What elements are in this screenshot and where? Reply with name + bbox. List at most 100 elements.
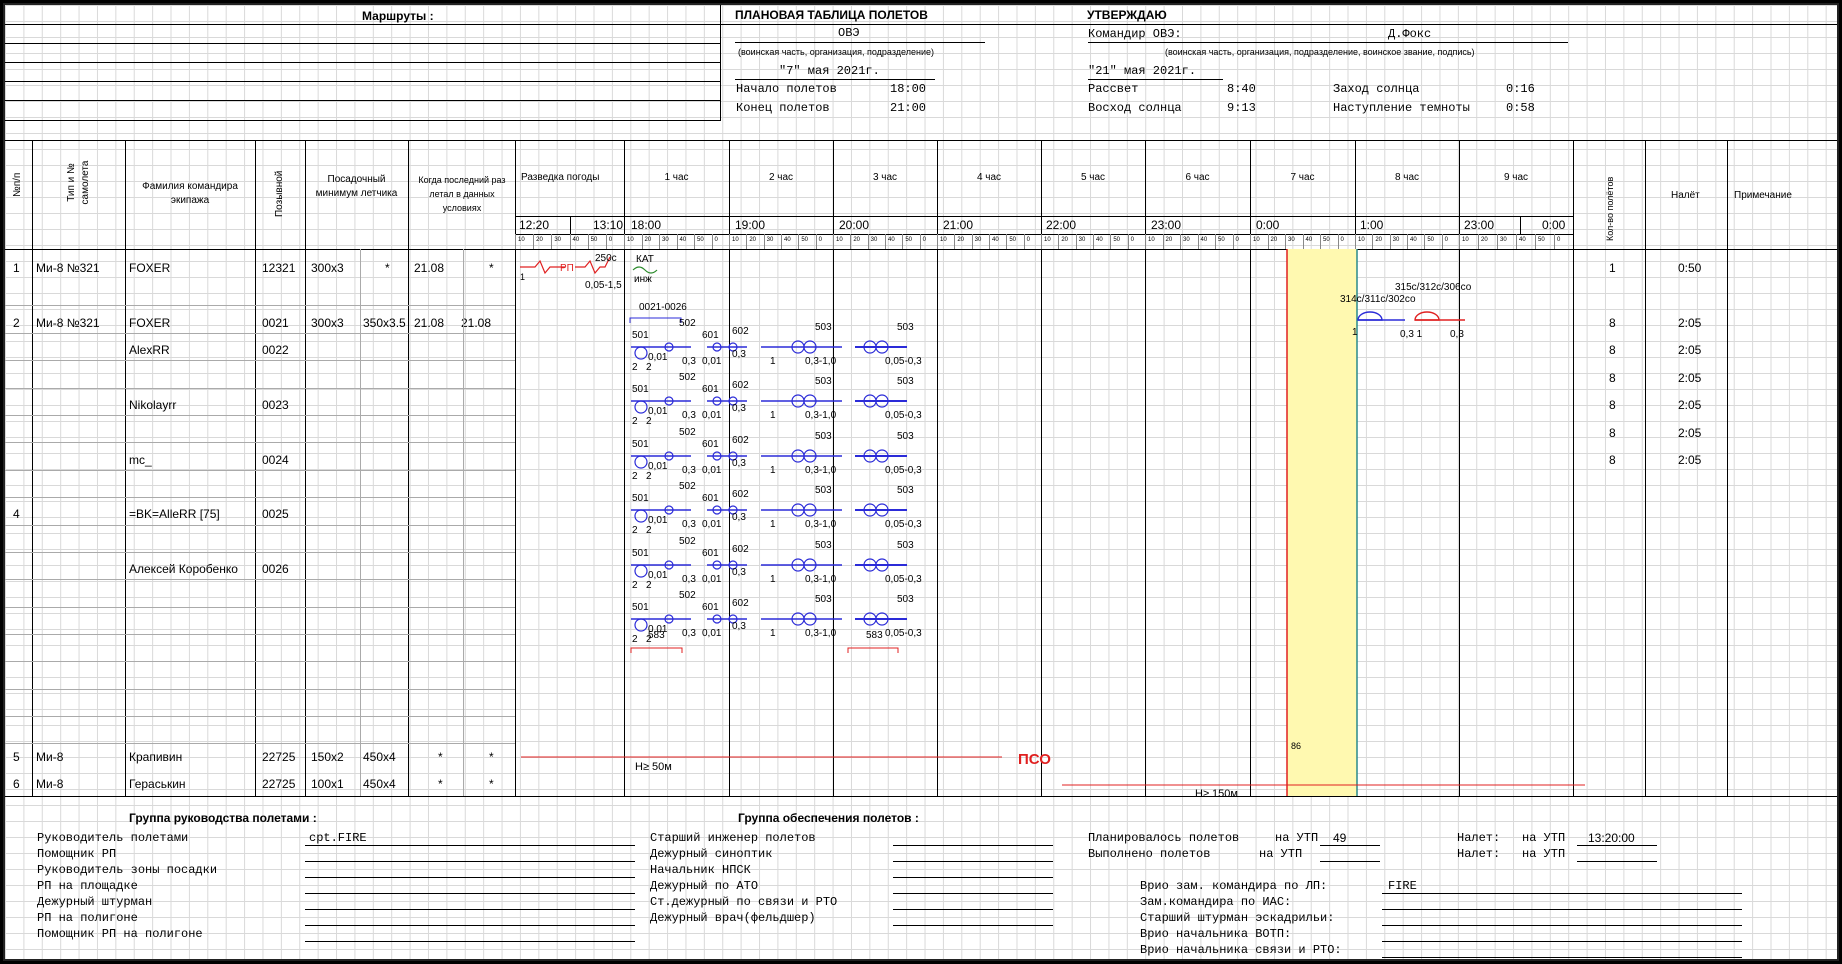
plot-label: H≥ 150м	[1195, 788, 1238, 800]
plot-label: 0,05-0,3	[885, 574, 922, 585]
nalet-label-1: Налет:	[1457, 831, 1501, 845]
plot-label: 2	[632, 525, 638, 536]
nalet-label-2: Налет:	[1457, 847, 1501, 861]
plot-label: 602	[732, 489, 749, 500]
plot-label: 1	[770, 410, 776, 421]
plot-label: 1	[770, 356, 776, 367]
plot-label: 0,01	[702, 574, 722, 585]
plot-label: 502	[679, 481, 696, 492]
plot-label: 1	[770, 574, 776, 585]
footer-role: Врио начальника ВОТП:	[1140, 927, 1292, 941]
plot-label: 503	[897, 485, 914, 496]
done-label: Выполнено полетов	[1088, 847, 1211, 861]
plot-label: 2	[646, 362, 652, 373]
plot-label: 0,3-1,0	[805, 574, 837, 585]
nalet-value-1: 13:20:00	[1588, 831, 1635, 845]
plot-label: 0,3	[732, 403, 746, 414]
night-band	[1287, 249, 1357, 796]
plot-label: 501	[632, 493, 649, 504]
plot-label: РП	[560, 263, 574, 274]
plot-label: 502	[679, 372, 696, 383]
plot-label: 2	[632, 471, 638, 482]
plot-label: 501	[632, 602, 649, 613]
plot-label: 503	[815, 485, 832, 496]
plot-label: 501	[632, 330, 649, 341]
footer-role: Дежурный штурман	[37, 895, 153, 909]
plot-label: 502	[679, 536, 696, 547]
plot-label: 2	[632, 580, 638, 591]
plot-label: 0,3 1	[1400, 329, 1423, 340]
plot-label: 2	[632, 634, 638, 645]
footer-role: Врио начальника связи и РТО:	[1140, 943, 1342, 957]
plot-label: 0,05-0,3	[885, 356, 922, 367]
plot-label: 0,3	[732, 458, 746, 469]
plot-label: 502	[679, 427, 696, 438]
red-bracket	[630, 647, 683, 653]
plot-label: 503	[897, 594, 914, 605]
plot-label: 503	[897, 376, 914, 387]
plot-label: 1	[770, 628, 776, 639]
nalet-on-2: на УТП	[1522, 847, 1566, 861]
plot-label: 602	[732, 326, 749, 337]
night-flight	[1414, 311, 1440, 321]
plot-label: 502	[679, 318, 696, 329]
footer-role: Руководитель зоны посадки	[37, 863, 218, 877]
plot-label: 2	[646, 471, 652, 482]
plot-label: 1	[770, 465, 776, 476]
planned-on: на УТП	[1275, 831, 1319, 845]
plot-label: 601	[702, 602, 719, 613]
plot-label: 503	[815, 594, 832, 605]
plot-label: 0,01	[702, 356, 722, 367]
plot-label: 0,3	[682, 465, 696, 476]
plot-label: 0,3-1,0	[805, 465, 837, 476]
plot-label: 503	[897, 322, 914, 333]
plot-label: 503	[897, 431, 914, 442]
plot-label: 0,01	[702, 410, 722, 421]
plot-label: 0,05-0,3	[885, 410, 922, 421]
flight-plot: РП 250с 0,05-1,5 1 КАТ инж 0021-0026 502 501 601 6…	[520, 249, 1585, 800]
plot-label: 602	[732, 544, 749, 555]
rp-value: cpt.FIRE	[309, 831, 367, 845]
flight-circle	[634, 618, 648, 632]
planned-label: Планировалось полетов	[1088, 831, 1240, 845]
plot-label: 1	[1352, 327, 1358, 338]
plot-label: 501	[632, 548, 649, 559]
plot-label: 0,01	[702, 628, 722, 639]
plot-label: 602	[732, 380, 749, 391]
plot-label: 503	[815, 540, 832, 551]
night-flight	[1357, 311, 1383, 321]
plot-label: 2	[646, 416, 652, 427]
plot-label: 0,05-0,3	[885, 465, 922, 476]
plot-label: 602	[732, 435, 749, 446]
plot-label: 501	[632, 384, 649, 395]
plot-label: 2	[632, 416, 638, 427]
plot-label: 315с/312с/306со	[1395, 282, 1472, 293]
plot-label: 0,05-1,5	[585, 280, 622, 291]
plot-label: 0,3-1,0	[805, 356, 837, 367]
plot-label: 0,3	[682, 410, 696, 421]
kat-mark	[632, 266, 658, 274]
plot-label: 0,3	[732, 621, 746, 632]
plot-label: 0,3	[732, 349, 746, 360]
plot-label: 86	[1291, 741, 1301, 751]
plot-label: 0,3	[732, 512, 746, 523]
plot-label: 0,3	[682, 356, 696, 367]
plot-label: 0,3-1,0	[805, 410, 837, 421]
done-on: на УТП	[1259, 847, 1303, 861]
plot-label: H≥ 50м	[635, 761, 672, 773]
planned-value: 49	[1333, 831, 1347, 845]
plot-label: инж	[634, 274, 652, 285]
footer-mid-title: Группа обеспечения полетов :	[738, 811, 919, 825]
plot-label: 601	[702, 439, 719, 450]
footer-role: Помощник РП на полигоне	[37, 927, 203, 941]
footer-role: Врио зам. командира по ЛП:	[1140, 879, 1328, 893]
plot-label: 0,3-1,0	[805, 519, 837, 530]
flight-circle	[634, 400, 648, 414]
weather-track	[520, 259, 565, 275]
flight-plan-sheet: Маршруты : ПЛАНОВАЯ ТАБЛИЦА ПОЛЕТОВ ОВЭ …	[3, 3, 1839, 961]
plot-label: 0,05-0,3	[885, 628, 922, 639]
plot-label: 601	[702, 493, 719, 504]
footer-role: Дежурный по АТО	[650, 879, 759, 893]
pso-label: ПСО	[1018, 751, 1051, 768]
plot-label: 601	[702, 384, 719, 395]
